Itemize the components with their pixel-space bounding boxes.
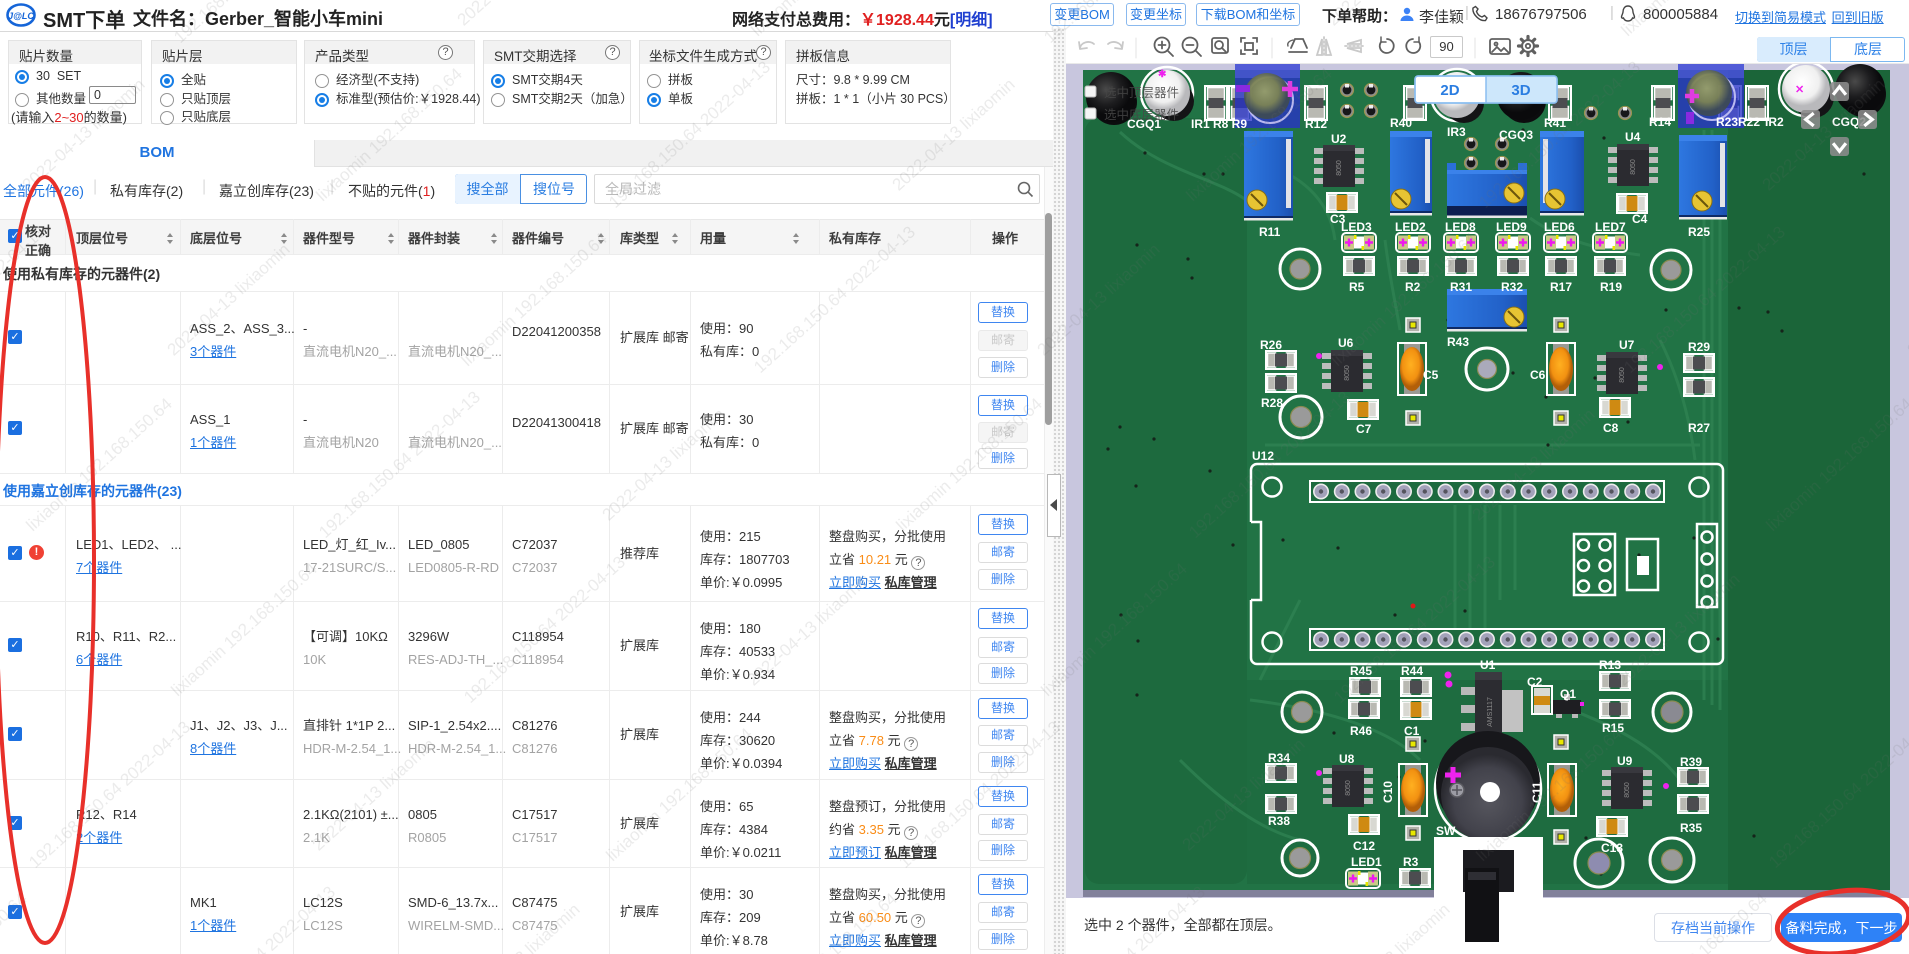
svg-text:C13: C13 xyxy=(1601,841,1623,855)
svg-text:U2: U2 xyxy=(1331,132,1347,146)
svg-text:R43: R43 xyxy=(1447,335,1469,349)
svg-text:SW: SW xyxy=(1436,824,1456,838)
svg-text:LED7: LED7 xyxy=(1595,220,1626,234)
svg-text:C11: C11 xyxy=(1530,781,1544,803)
svg-text:C8: C8 xyxy=(1603,421,1619,435)
svg-text:C2: C2 xyxy=(1527,675,1543,689)
svg-text:IR2: IR2 xyxy=(1765,115,1784,129)
svg-text:U8: U8 xyxy=(1339,752,1355,766)
svg-text:R35: R35 xyxy=(1680,821,1702,835)
svg-text:R40: R40 xyxy=(1390,116,1412,130)
svg-text:R46: R46 xyxy=(1350,724,1372,738)
svg-text:R28: R28 xyxy=(1261,396,1283,410)
svg-text:C1: C1 xyxy=(1404,724,1420,738)
svg-text:R45: R45 xyxy=(1350,664,1372,678)
svg-text:C10: C10 xyxy=(1381,781,1395,803)
svg-text:R13: R13 xyxy=(1599,658,1621,672)
svg-text:R27: R27 xyxy=(1688,421,1710,435)
svg-text:选中底层器件: 选中底层器件 xyxy=(1104,107,1179,122)
svg-text:U7: U7 xyxy=(1619,338,1635,352)
svg-text:IR3: IR3 xyxy=(1447,125,1466,139)
svg-text:R39: R39 xyxy=(1680,755,1702,769)
svg-text:R17: R17 xyxy=(1550,280,1572,294)
svg-text:R3: R3 xyxy=(1403,855,1419,869)
svg-text:选中顶层器件: 选中顶层器件 xyxy=(1104,85,1179,100)
svg-text:U9: U9 xyxy=(1617,754,1633,768)
svg-text:R41: R41 xyxy=(1544,116,1566,130)
svg-text:R25: R25 xyxy=(1688,225,1710,239)
svg-text:C5: C5 xyxy=(1423,368,1439,382)
svg-text:LED6: LED6 xyxy=(1544,220,1575,234)
svg-text:3D: 3D xyxy=(1511,82,1530,99)
svg-text:R44: R44 xyxy=(1401,664,1423,678)
svg-text:LED1: LED1 xyxy=(1351,855,1382,869)
svg-text:R5: R5 xyxy=(1349,280,1365,294)
svg-text:U4: U4 xyxy=(1625,130,1641,144)
svg-text:✱: ✱ xyxy=(1158,69,1167,80)
svg-text:U6: U6 xyxy=(1338,336,1354,350)
svg-text:U12: U12 xyxy=(1252,449,1274,463)
svg-text:C7: C7 xyxy=(1356,422,1372,436)
svg-text:Q1: Q1 xyxy=(1560,687,1576,701)
svg-text:R15: R15 xyxy=(1602,721,1624,735)
svg-text:C6: C6 xyxy=(1530,368,1546,382)
svg-text:R12: R12 xyxy=(1305,117,1327,131)
svg-text:IR1 R8 R9: IR1 R8 R9 xyxy=(1191,117,1247,131)
svg-text:C12: C12 xyxy=(1353,839,1375,853)
svg-text:J@LC: J@LC xyxy=(8,11,34,21)
svg-text:R38: R38 xyxy=(1268,814,1290,828)
svg-text:R34: R34 xyxy=(1268,751,1290,765)
svg-text:2D: 2D xyxy=(1440,82,1459,99)
svg-text:R31: R31 xyxy=(1450,280,1472,294)
svg-text:R26: R26 xyxy=(1260,338,1282,352)
svg-text:✕: ✕ xyxy=(1795,84,1804,96)
svg-text:CGQ3: CGQ3 xyxy=(1499,128,1533,142)
svg-text:LED9: LED9 xyxy=(1496,220,1527,234)
svg-text:LED8: LED8 xyxy=(1445,220,1476,234)
svg-text:R11: R11 xyxy=(1259,225,1281,239)
svg-text:R19: R19 xyxy=(1600,280,1622,294)
svg-text:R23R22: R23R22 xyxy=(1716,115,1760,129)
svg-text:LED2: LED2 xyxy=(1395,220,1426,234)
svg-text:R32: R32 xyxy=(1501,280,1523,294)
svg-text:U1: U1 xyxy=(1480,658,1496,672)
svg-text:AMS1117: AMS1117 xyxy=(1487,697,1494,727)
svg-text:LED3: LED3 xyxy=(1341,220,1372,234)
svg-text:R29: R29 xyxy=(1688,340,1710,354)
svg-text:R14: R14 xyxy=(1649,115,1671,129)
svg-text:C4: C4 xyxy=(1632,212,1648,226)
svg-text:R2: R2 xyxy=(1405,280,1421,294)
